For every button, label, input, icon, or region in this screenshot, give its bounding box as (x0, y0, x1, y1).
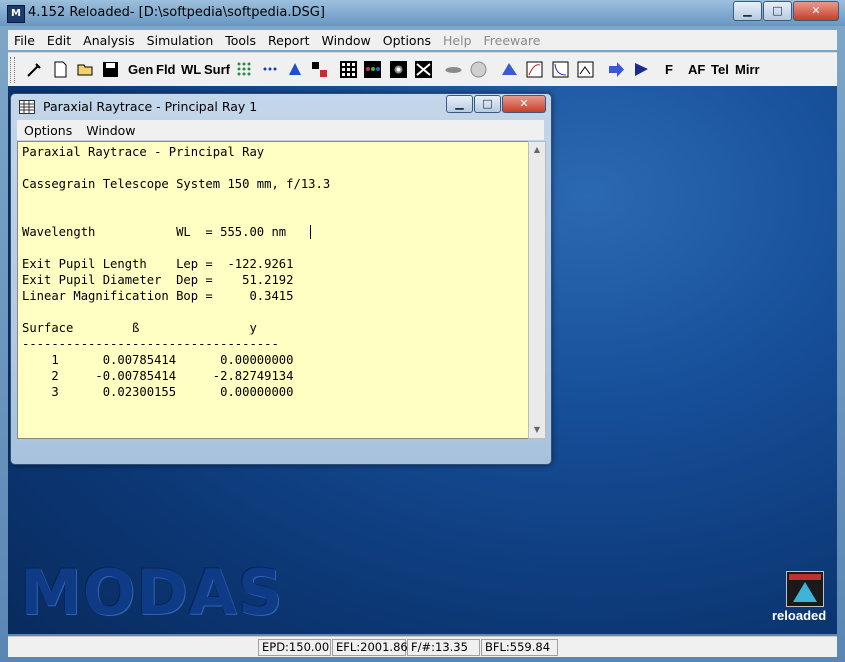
child-close-button[interactable]: ✕ (502, 95, 546, 113)
minimize-button[interactable]: ▁ (733, 1, 762, 21)
lens-3d-icon[interactable] (445, 61, 462, 78)
output-line: Wavelength WL = 555.00 nm (22, 225, 287, 239)
toolbar-grip[interactable] (10, 57, 15, 83)
toolbar: Gen Fld WL Surf F AF Tel Mirr (8, 52, 837, 88)
menu-analysis[interactable]: Analysis (77, 33, 141, 48)
output-line: ----------------------------------- (22, 337, 279, 351)
text-caret (310, 225, 311, 239)
open-folder-icon[interactable] (77, 61, 94, 78)
plot-decay-icon[interactable] (552, 61, 569, 78)
grid-dots-icon[interactable] (236, 61, 253, 78)
maximize-button[interactable]: □ (763, 1, 792, 21)
wand-icon[interactable] (26, 61, 43, 78)
tel-button[interactable]: Tel (711, 60, 729, 80)
save-icon[interactable] (102, 61, 119, 78)
telescope-icon[interactable] (287, 61, 304, 78)
output-line: Cassegrain Telescope System 150 mm, f/13… (22, 177, 331, 191)
ray-dots-icon[interactable] (262, 61, 279, 78)
vertical-scrollbar[interactable]: ▲ ▼ (528, 141, 546, 439)
status-fnum: F/#:13.35 (407, 639, 480, 656)
raytrace-output-text[interactable]: Paraxial Raytrace - Principal Ray Casseg… (17, 141, 529, 439)
paraxial-raytrace-window[interactable]: Paraxial Raytrace - Principal Ray 1 ▁ □ … (10, 93, 552, 465)
output-line: Exit Pupil Diameter Dep = 51.2192 (22, 273, 294, 287)
color-spots-icon[interactable] (364, 61, 381, 78)
child-menu-window[interactable]: Window (79, 123, 142, 138)
child-maximize-button[interactable]: □ (474, 95, 501, 113)
status-bar: EPD:150.00 EFL:2001.86 F/#:13.35 BFL:559… (8, 636, 837, 657)
spot-grid-icon[interactable] (340, 61, 357, 78)
menu-tools[interactable]: Tools (219, 33, 262, 48)
status-epd: EPD:150.00 (258, 639, 331, 656)
mdi-workspace[interactable]: MODAS reloaded Paraxial Raytrace - Princ… (8, 86, 837, 634)
fld-button[interactable]: Fld (156, 60, 176, 80)
scroll-up-icon[interactable]: ▲ (529, 142, 545, 158)
output-line: Surface ß y (22, 321, 257, 335)
menu-options[interactable]: Options (377, 33, 437, 48)
surf-button[interactable]: Surf (204, 60, 230, 80)
window-title: 4.152 Reloaded- [D:\softpedia\softpedia.… (28, 5, 325, 20)
output-line: 1 0.00785414 0.00000000 (22, 353, 294, 367)
status-bfl: BFL:559.84 (481, 639, 558, 656)
af-button[interactable]: AF (688, 60, 705, 80)
child-window-title: Paraxial Raytrace - Principal Ray 1 (43, 99, 258, 114)
scroll-down-icon[interactable]: ▼ (529, 422, 545, 438)
title-bar[interactable]: M 4.152 Reloaded- [D:\softpedia\softpedi… (0, 0, 845, 26)
layout-icon[interactable] (311, 61, 328, 78)
main-window: M 4.152 Reloaded- [D:\softpedia\softpedi… (0, 0, 845, 662)
psf-icon[interactable] (390, 61, 407, 78)
menu-window[interactable]: Window (315, 33, 376, 48)
reloaded-label: reloaded (772, 608, 827, 623)
f-button[interactable]: F (665, 60, 673, 80)
menu-help[interactable]: Help (437, 33, 478, 48)
mtf-surface-icon[interactable] (501, 61, 518, 78)
plot-image-icon[interactable] (577, 61, 594, 78)
output-line: Linear Magnification Bop = 0.3415 (22, 289, 294, 303)
plot-curve-icon[interactable] (526, 61, 543, 78)
modas-brand: MODAS (20, 556, 284, 629)
app-icon[interactable]: M (7, 5, 25, 23)
status-efl: EFL:2001.86 (332, 639, 408, 656)
new-file-icon[interactable] (52, 61, 69, 78)
tolerance-icon[interactable] (633, 61, 650, 78)
sphere-icon[interactable] (470, 61, 487, 78)
menu-report[interactable]: Report (262, 33, 315, 48)
menu-edit[interactable]: Edit (41, 33, 77, 48)
menu-bar: File Edit Analysis Simulation Tools Repo… (8, 30, 837, 50)
mirr-button[interactable]: Mirr (735, 60, 760, 80)
child-menu-bar: Options Window (17, 120, 544, 140)
wl-button[interactable]: WL (181, 60, 201, 80)
menu-freeware[interactable]: Freeware (478, 33, 547, 48)
modas-logo-icon (786, 571, 824, 607)
child-minimize-button[interactable]: ▁ (446, 95, 473, 113)
output-line: 3 0.02300155 0.00000000 (22, 385, 294, 399)
gen-button[interactable]: Gen (128, 60, 153, 80)
close-button[interactable]: ✕ (793, 1, 839, 21)
output-line: Exit Pupil Length Lep = -122.9261 (22, 257, 294, 271)
menu-file[interactable]: File (8, 33, 41, 48)
menu-simulation[interactable]: Simulation (141, 33, 220, 48)
interferogram-icon[interactable] (415, 61, 432, 78)
output-line: 2 -0.00785414 -2.82749134 (22, 369, 294, 383)
child-menu-options[interactable]: Options (17, 123, 79, 138)
output-line: Paraxial Raytrace - Principal Ray (22, 145, 265, 159)
table-icon[interactable] (19, 100, 35, 114)
arrow-optimize-icon[interactable] (608, 61, 625, 78)
